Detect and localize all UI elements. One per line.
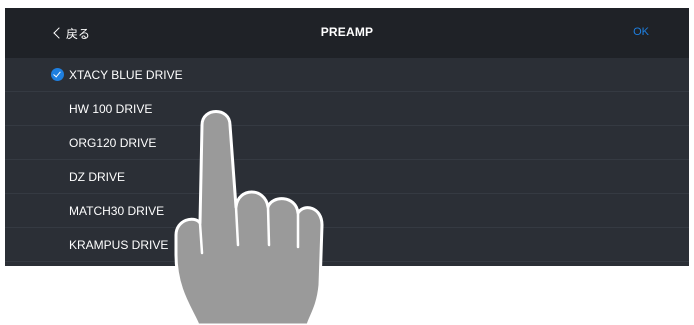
preamp-screen: 戻る PREAMP OK XTACY BLUE DRIVE HW 100 DRI… xyxy=(5,8,689,266)
list-item-org120-drive[interactable]: ORG120 DRIVE xyxy=(5,126,689,160)
list-item-label: DZ DRIVE xyxy=(69,169,126,184)
list-item-match30-drive[interactable]: MATCH30 DRIVE xyxy=(5,194,689,228)
page-title: PREAMP xyxy=(320,25,374,39)
list-item-hw-100-drive[interactable]: HW 100 DRIVE xyxy=(5,92,689,126)
tap-hand-icon xyxy=(174,110,324,325)
ok-button[interactable]: OK xyxy=(633,26,649,38)
list-item-label: XTACY BLUE DRIVE xyxy=(69,67,183,82)
checkmark-circle-icon xyxy=(51,68,64,81)
navigation-bar: 戻る PREAMP OK xyxy=(5,8,689,58)
list-item-label: HW 100 DRIVE xyxy=(69,101,153,116)
list-item-dz-drive[interactable]: DZ DRIVE xyxy=(5,160,689,194)
list-item-label: ORG120 DRIVE xyxy=(69,135,157,150)
list-item-krampus-drive[interactable]: KRAMPUS DRIVE xyxy=(5,228,689,262)
preamp-list: XTACY BLUE DRIVE HW 100 DRIVE ORG120 DRI… xyxy=(5,58,689,262)
list-item-xtacy-blue-drive[interactable]: XTACY BLUE DRIVE xyxy=(5,58,689,92)
